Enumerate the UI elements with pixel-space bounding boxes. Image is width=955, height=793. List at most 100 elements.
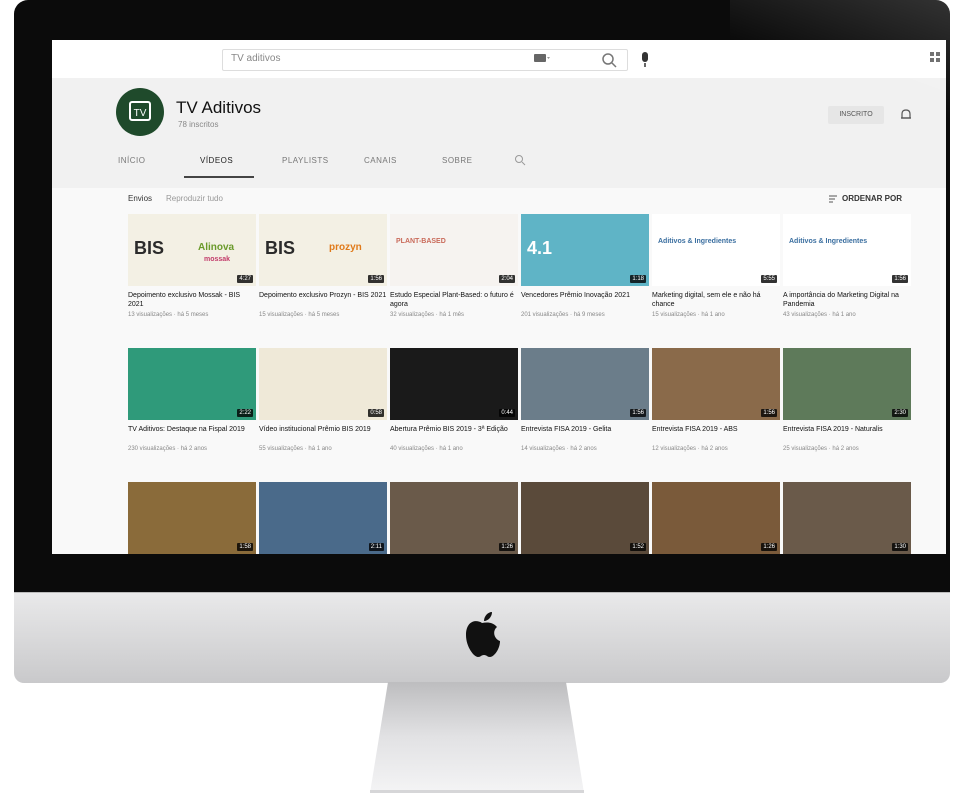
video-thumbnail[interactable]: 0:44 xyxy=(390,348,518,420)
duration-badge: 2:04 xyxy=(499,275,515,283)
video-card[interactable]: 1:56 Entrevista FISA 2019 - ABS 12 visuali… xyxy=(652,348,780,452)
video-thumbnail[interactable]: 1:52 xyxy=(521,482,649,554)
video-card[interactable]: 1:26 xyxy=(652,482,780,554)
duration-badge: 1:18 xyxy=(630,275,646,283)
video-title[interactable]: TV Aditivos: Destaque na Fispal 2019 xyxy=(128,425,256,443)
duration-badge: 2:22 xyxy=(237,409,253,417)
apple-logo-icon xyxy=(466,612,500,657)
video-card[interactable]: 2:11 xyxy=(259,482,387,554)
video-card[interactable]: 1:26 xyxy=(390,482,518,554)
video-thumbnail[interactable]: BIS Alinova mossak 4:27 xyxy=(128,214,256,286)
video-thumbnail[interactable]: 1:26 xyxy=(390,482,518,554)
thumbnail-brand: Alinova xyxy=(198,242,235,253)
tab-sobre[interactable]: SOBRE xyxy=(442,156,473,165)
bell-icon[interactable] xyxy=(900,108,912,122)
video-thumbnail[interactable]: 4.1 1:18 xyxy=(521,214,649,286)
top-bar: TV aditivos xyxy=(52,40,946,79)
video-thumbnail[interactable]: 1:26 xyxy=(652,482,780,554)
tab-playlists[interactable]: PLAYLISTS xyxy=(282,156,329,165)
video-thumbnail[interactable]: 1:56 xyxy=(521,348,649,420)
video-card[interactable]: BIS Alinova mossak 4:27 Depoimento exclusivo… xyxy=(128,214,256,318)
video-card[interactable]: PLANT-BASED 2:04 Estudo Especial Plant-Bas… xyxy=(390,214,518,318)
video-meta: 15 visualizações · há 5 meses xyxy=(259,312,340,318)
video-thumbnail[interactable]: 1:58 xyxy=(128,482,256,554)
video-card[interactable]: 0:44 Abertura Prêmio BIS 2019 - 3ª Edição… xyxy=(390,348,518,452)
video-title[interactable]: Abertura Prêmio BIS 2019 - 3ª Edição xyxy=(390,425,518,443)
video-title[interactable]: A importância do Marketing Digital na Pa… xyxy=(783,291,911,309)
video-card[interactable]: 1:52 xyxy=(521,482,649,554)
channel-search-icon[interactable] xyxy=(514,154,526,166)
video-thumbnail[interactable]: Aditivos & Ingredientes 5:55 xyxy=(652,214,780,286)
channel-avatar[interactable]: TV xyxy=(116,88,164,136)
sort-button[interactable]: ORDENAR POR xyxy=(842,194,902,203)
tab-videos[interactable]: VÍDEOS xyxy=(200,156,233,165)
video-meta: 43 visualizações · há 1 ano xyxy=(783,312,856,318)
video-thumbnail[interactable]: 0:58 xyxy=(259,348,387,420)
subscribe-button[interactable]: INSCRITO xyxy=(828,106,884,124)
video-thumbnail[interactable]: 2:22 xyxy=(128,348,256,420)
thumbnail-text: PLANT-BASED xyxy=(396,238,446,245)
video-card[interactable]: BIS prozyn 1:56 Depoimento exclusivo Prozyn… xyxy=(259,214,387,318)
video-card[interactable]: Aditivos & Ingredientes 1:56 A importância… xyxy=(783,214,911,318)
video-thumbnail[interactable]: 1:56 xyxy=(652,348,780,420)
video-title[interactable]: Vídeo institucional Prêmio BIS 2019 xyxy=(259,425,387,443)
video-card[interactable]: Aditivos & Ingredientes 5:55 Marketing dig… xyxy=(652,214,780,318)
video-title[interactable]: Entrevista FISA 2019 - Gelita xyxy=(521,425,649,443)
duration-badge: 4:27 xyxy=(237,275,253,283)
search-icon[interactable] xyxy=(600,51,618,69)
uploads-label: Envios xyxy=(128,194,153,203)
video-title[interactable]: Depoimento exclusivo Prozyn - BIS 2021 xyxy=(259,291,387,309)
sort-icon[interactable] xyxy=(828,194,838,204)
video-meta: 15 visualizações · há 1 ano xyxy=(652,312,725,318)
thumbnail-text: Aditivos & Ingredientes xyxy=(658,238,737,245)
subscriber-count: 78 inscritos xyxy=(178,120,219,129)
video-title[interactable]: Entrevista FISA 2019 - ABS xyxy=(652,425,780,443)
play-all-link[interactable]: Reproduzir tudo xyxy=(166,194,223,203)
channel-tabs: INÍCIO VÍDEOS PLAYLISTS CANAIS SOBRE xyxy=(52,148,946,178)
video-meta: 230 visualizações · há 2 anos xyxy=(128,446,208,452)
video-thumbnail[interactable]: 2:30 xyxy=(783,348,911,420)
tab-canais[interactable]: CANAIS xyxy=(364,156,397,165)
thumbnail-text: BIS xyxy=(265,238,296,258)
microphone-icon[interactable] xyxy=(638,51,652,69)
video-meta: 201 visualizações · há 9 meses xyxy=(521,312,605,318)
video-thumbnail[interactable]: BIS prozyn 1:56 xyxy=(259,214,387,286)
video-title[interactable]: Marketing digital, sem ele e não há chan… xyxy=(652,291,780,309)
video-thumbnail[interactable]: PLANT-BASED 2:04 xyxy=(390,214,518,286)
video-meta: 14 visualizações · há 2 anos xyxy=(521,446,597,452)
apps-grid-icon[interactable] xyxy=(930,52,940,64)
video-thumbnail[interactable]: 1:30 xyxy=(783,482,911,554)
video-card[interactable]: 4.1 1:18 Vencedores Prêmio Inovação 2021 20… xyxy=(521,214,649,318)
channel-header: TV TV Aditivos 78 inscritos INSCRITO INÍ… xyxy=(52,78,946,188)
duration-badge: 0:58 xyxy=(368,409,384,417)
video-title[interactable]: Depoimento exclusivo Mossak - BIS 2021 xyxy=(128,291,256,309)
thumbnail-subtext: mossak xyxy=(204,256,231,263)
video-meta: 12 visualizações · há 2 anos xyxy=(652,446,728,452)
video-title[interactable]: Entrevista FISA 2019 - Naturalis xyxy=(783,425,911,443)
search-text: TV aditivos xyxy=(231,53,281,64)
video-meta: 32 visualizações · há 1 mês xyxy=(390,312,465,318)
search-input[interactable]: TV aditivos xyxy=(222,49,628,71)
video-title[interactable]: Estudo Especial Plant-Based: o futuro é … xyxy=(390,291,518,309)
video-card[interactable]: 0:58 Vídeo institucional Prêmio BIS 2019 5… xyxy=(259,348,387,452)
video-card[interactable]: 1:58 xyxy=(128,482,256,554)
tab-inicio[interactable]: INÍCIO xyxy=(118,156,145,165)
video-meta: 25 visualizações · há 2 anos xyxy=(783,446,859,452)
duration-badge: 1:56 xyxy=(630,409,646,417)
duration-badge: 2:11 xyxy=(368,543,384,551)
active-tab-indicator xyxy=(184,176,254,178)
duration-badge: 1:26 xyxy=(761,543,777,551)
video-card[interactable]: 1:30 xyxy=(783,482,911,554)
video-thumbnail[interactable]: Aditivos & Ingredientes 1:56 xyxy=(783,214,911,286)
uploads-subheader: Envios Reproduzir tudo ORDENAR POR xyxy=(52,188,946,212)
video-meta: 13 visualizações · há 5 meses xyxy=(128,312,209,318)
video-card[interactable]: 2:22 TV Aditivos: Destaque na Fispal 2019… xyxy=(128,348,256,452)
duration-badge: 1:56 xyxy=(761,409,777,417)
video-card[interactable]: 1:56 Entrevista FISA 2019 - Gelita 14 visu… xyxy=(521,348,649,452)
monitor-bezel: TV aditivos TV TV Aditivos 78 inscritos … xyxy=(14,0,950,592)
keyboard-icon[interactable] xyxy=(534,54,550,62)
video-thumbnail[interactable]: 2:11 xyxy=(259,482,387,554)
video-card[interactable]: 2:30 Entrevista FISA 2019 - Naturalis 25 v… xyxy=(783,348,911,452)
duration-badge: 1:56 xyxy=(368,275,384,283)
video-title[interactable]: Vencedores Prêmio Inovação 2021 xyxy=(521,291,649,309)
